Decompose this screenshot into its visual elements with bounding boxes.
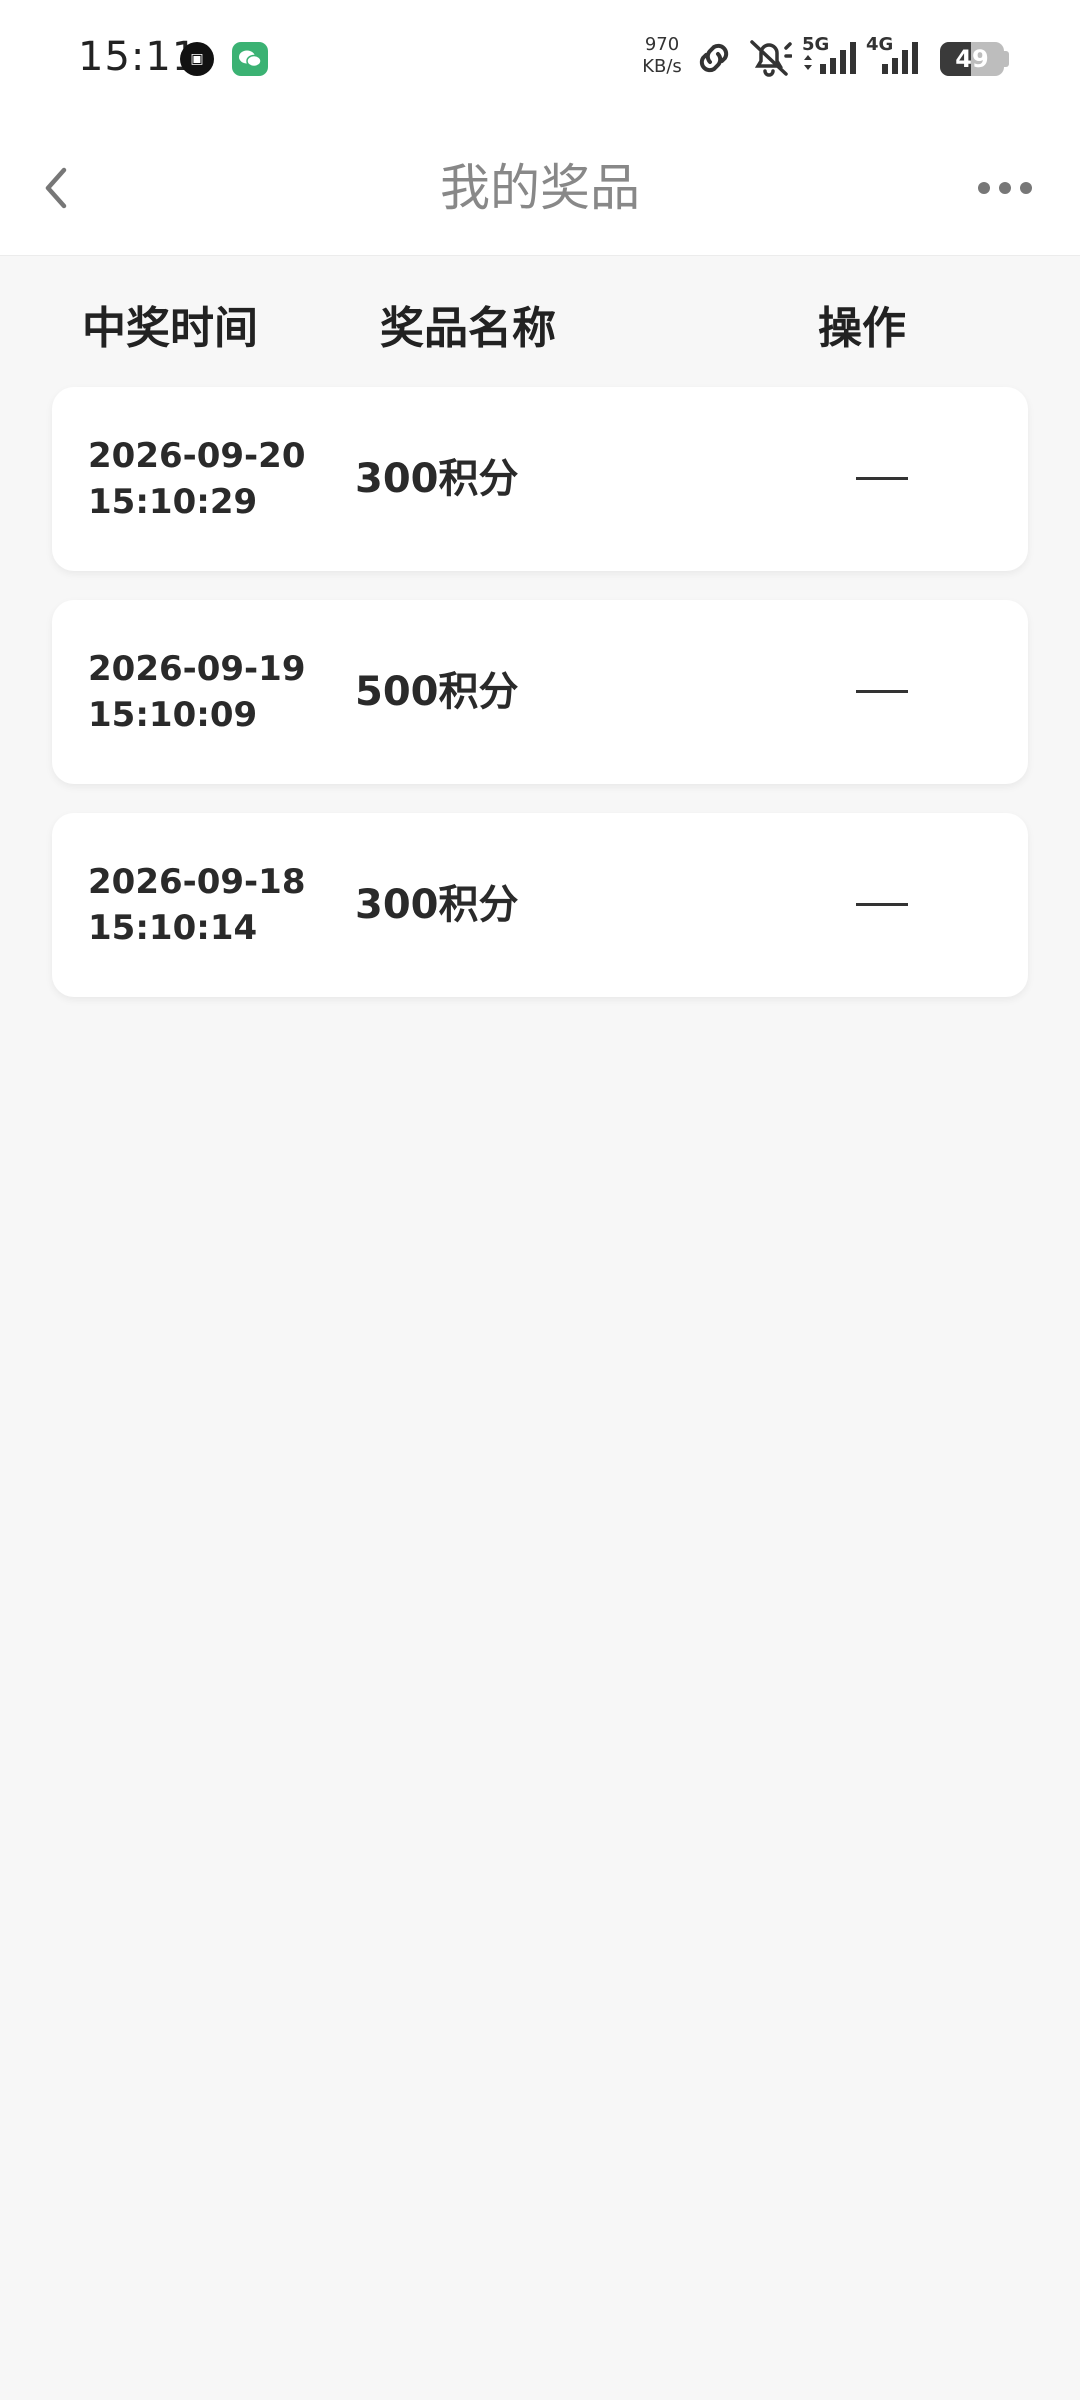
more-dots-icon xyxy=(978,182,1032,194)
win-time: 2026-09-18 15:10:14 xyxy=(88,859,348,951)
prize-row: 2026-09-18 15:10:14 300积分 xyxy=(52,813,1028,997)
action-dash xyxy=(856,690,908,693)
battery-indicator: 49 xyxy=(940,42,1004,76)
win-time: 2026-09-19 15:10:09 xyxy=(88,646,348,738)
link-icon xyxy=(692,36,736,84)
page-title: 我的奖品 xyxy=(440,159,640,217)
column-header-win-time: 中奖时间 xyxy=(82,303,258,354)
battery-level: 49 xyxy=(955,45,989,73)
app-header: 我的奖品 xyxy=(0,120,1080,256)
column-header-prize-name: 奖品名称 xyxy=(380,303,556,354)
prize-name: 300积分 xyxy=(355,456,519,502)
win-time: 2026-09-20 15:10:29 xyxy=(88,433,348,525)
win-date: 2026-09-20 xyxy=(88,436,306,476)
chevron-left-icon xyxy=(45,167,67,209)
back-button[interactable] xyxy=(30,158,90,218)
mute-bell-icon xyxy=(746,36,793,84)
signal-4g-label: 4G xyxy=(866,34,894,55)
win-clock: 15:10:29 xyxy=(88,482,258,522)
win-date: 2026-09-18 xyxy=(88,862,306,902)
win-date: 2026-09-19 xyxy=(88,649,306,689)
status-bar: 15:11 ▣ 970 KB/s 5G 4G 49 xyxy=(0,0,1080,120)
prize-name: 500积分 xyxy=(355,669,519,715)
battery-cap xyxy=(1004,51,1009,67)
network-speed-unit: KB/s xyxy=(642,56,682,77)
more-options-button[interactable] xyxy=(970,168,1040,208)
prize-name: 300积分 xyxy=(355,882,519,928)
network-speed: 970 KB/s xyxy=(638,34,686,78)
prize-row: 2026-09-19 15:10:09 500积分 xyxy=(52,600,1028,784)
signal-5g-icon: 5G xyxy=(800,34,864,82)
wechat-icon xyxy=(232,42,268,76)
network-speed-value: 970 xyxy=(644,34,680,55)
column-header-action: 操作 xyxy=(818,303,906,354)
app-notification-icon: ▣ xyxy=(180,42,214,76)
signal-4g-icon: 4G xyxy=(866,34,930,82)
signal-5g-label: 5G xyxy=(802,34,830,55)
win-clock: 15:10:14 xyxy=(88,908,258,948)
win-clock: 15:10:09 xyxy=(88,695,258,735)
action-dash xyxy=(856,477,908,480)
action-dash xyxy=(856,903,908,906)
prize-row: 2026-09-20 15:10:29 300积分 xyxy=(52,387,1028,571)
